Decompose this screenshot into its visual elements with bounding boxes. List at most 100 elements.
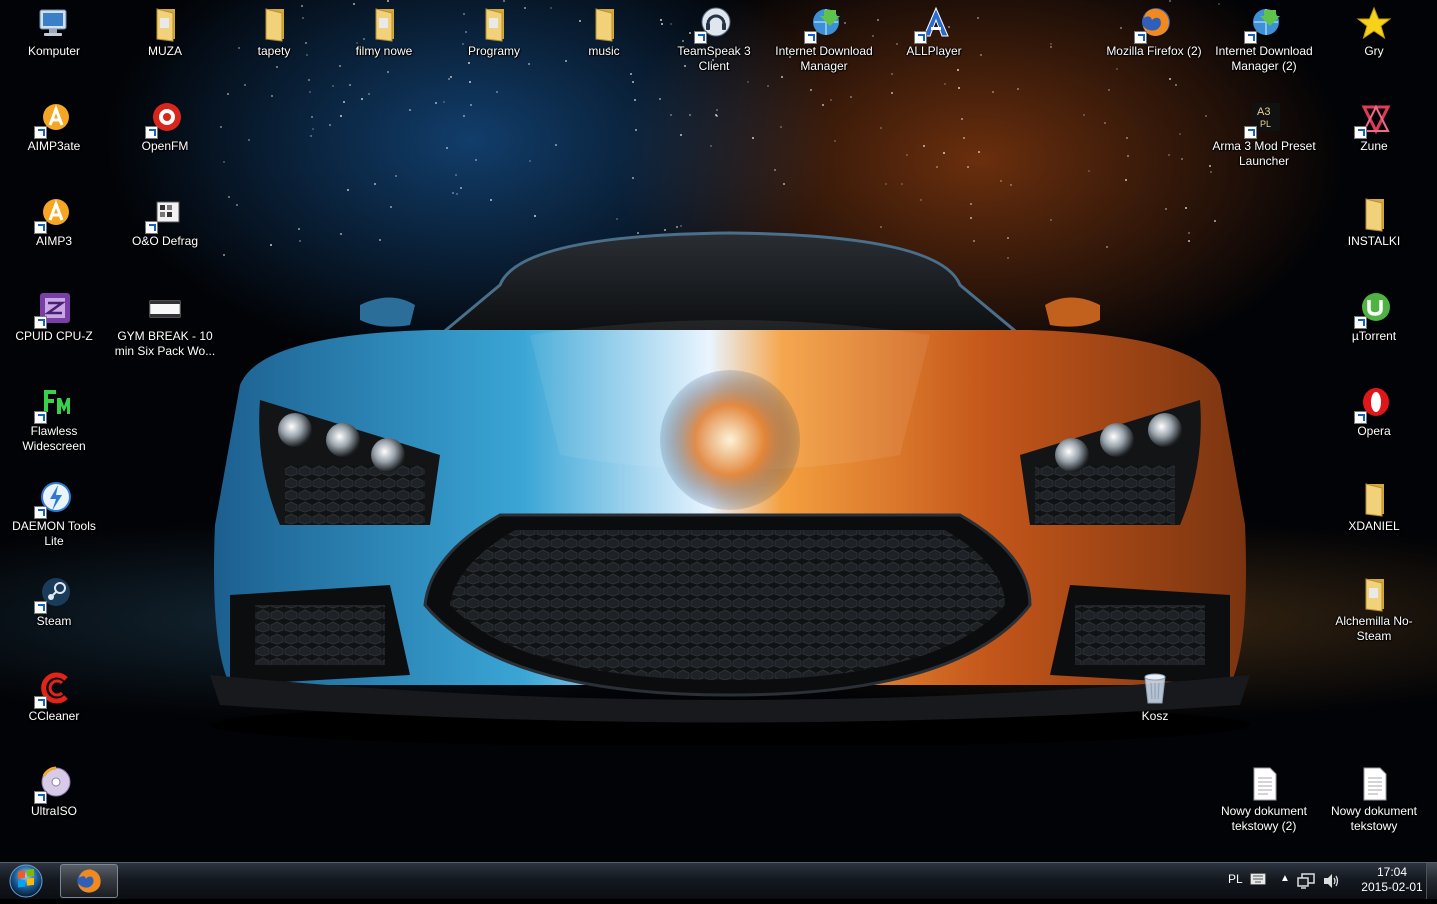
wallpaper-star — [943, 152, 945, 154]
desktop-icon-allplayer[interactable]: ALLPlayer — [882, 6, 986, 59]
desktop-icon-kosz[interactable]: Kosz — [1103, 671, 1207, 724]
clock[interactable]: 17:04 2015-02-01 — [1357, 865, 1427, 895]
recycle-bin-icon — [1137, 671, 1173, 707]
desktop-icon-nowy2[interactable]: Nowy dokument tekstowy (2) — [1212, 766, 1316, 834]
desktop-icon-steam[interactable]: Steam — [2, 576, 106, 629]
wallpaper-star — [329, 124, 331, 126]
wallpaper-star — [810, 89, 812, 91]
desktop-icon-daemon[interactable]: DAEMON Tools Lite — [2, 481, 106, 549]
wallpaper-star — [339, 65, 341, 67]
wallpaper-star — [670, 114, 672, 116]
desktop-icon-label: DAEMON Tools Lite — [12, 519, 96, 548]
firefox-icon — [77, 869, 101, 893]
wallpaper-star — [312, 128, 314, 130]
volume-icon[interactable] — [1322, 873, 1340, 889]
desktop-icon-idm2[interactable]: Internet Download Manager (2) — [1212, 6, 1316, 74]
desktop-icon-firefox2[interactable]: Mozilla Firefox (2) — [1102, 6, 1206, 59]
wallpaper-star — [834, 140, 836, 142]
start-button[interactable] — [4, 863, 44, 899]
aimp-icon — [34, 196, 72, 234]
desktop-icon-teamspeak[interactable]: TeamSpeak 3 Client — [662, 6, 766, 74]
wallpaper-star — [689, 114, 691, 116]
wallpaper-star — [220, 126, 222, 128]
clock-time: 17:04 — [1376, 865, 1408, 879]
wallpaper-star — [830, 99, 832, 101]
desktop-icon-label: Internet Download Manager (2) — [1215, 44, 1313, 73]
desktop-icon-xdaniel[interactable]: XDANIEL — [1322, 481, 1426, 534]
desktop-icon-nowy[interactable]: Nowy dokument tekstowy — [1322, 766, 1426, 834]
desktop-icon-opera[interactable]: Opera — [1322, 386, 1426, 439]
desktop-icon-cpuz[interactable]: CPUID CPU-Z — [2, 291, 106, 344]
desktop-icon-label: Nowy dokument tekstowy (2) — [1220, 804, 1308, 833]
desktop-icon-zune[interactable]: Zune — [1322, 101, 1426, 154]
wallpaper-star — [1083, 114, 1085, 116]
wallpaper-star — [970, 217, 972, 219]
desktop-icon-label: MUZA — [148, 44, 182, 58]
desktop-icon-music[interactable]: music — [552, 6, 656, 59]
text-document-icon — [1246, 766, 1282, 802]
wallpaper-star — [967, 166, 969, 168]
wallpaper-star — [1125, 179, 1127, 181]
wallpaper-star — [635, 129, 637, 131]
wallpaper-star — [632, 81, 634, 83]
wallpaper-star — [387, 0, 389, 2]
desktop-icon-gymbreak[interactable]: GYM BREAK - 10 min Six Pack Wo... — [113, 291, 217, 359]
folder-icon — [1356, 576, 1392, 612]
desktop-icon-arma[interactable]: A3 PL Arma 3 Mod Preset Launcher — [1212, 101, 1316, 169]
allplayer-icon — [914, 6, 952, 44]
desktop-icon-programy[interactable]: Programy — [442, 6, 546, 59]
desktop-icon-flawless[interactable]: Flawless Widescreen — [2, 386, 106, 454]
wallpaper-star — [1218, 3, 1220, 5]
network-icon[interactable] — [1297, 873, 1315, 889]
desktop-icon-instalki[interactable]: INSTALKI — [1322, 196, 1426, 249]
desktop-icon-gry[interactable]: Gry — [1322, 6, 1426, 59]
wallpaper-star — [891, 73, 893, 75]
desktop-icon-muza[interactable]: MUZA — [113, 6, 217, 59]
wallpaper-star — [957, 69, 959, 71]
show-hidden-icons-arrow-icon[interactable]: ▲ — [1280, 873, 1290, 884]
folder-icon — [476, 6, 512, 42]
desktop[interactable]: Komputer AIMP3ate AIMP3 CPUID CPU-Z Flaw… — [0, 0, 1437, 862]
wallpaper-star — [503, 0, 505, 2]
folder-icon — [1356, 481, 1392, 517]
desktop-icon-ultraiso[interactable]: UltraISO — [2, 766, 106, 819]
svg-text:A3: A3 — [1257, 106, 1270, 118]
wallpaper-star — [248, 139, 250, 141]
idm-icon — [804, 6, 842, 44]
wallpaper-star — [716, 109, 718, 111]
wallpaper-star — [1169, 78, 1171, 80]
steam-icon — [34, 576, 72, 614]
desktop-icon-idm[interactable]: Internet Download Manager — [772, 6, 876, 74]
desktop-icon-label: Zune — [1360, 139, 1388, 153]
desktop-icon-label: Mozilla Firefox (2) — [1106, 44, 1202, 58]
desktop-icon-openfm[interactable]: OpenFM — [113, 101, 217, 154]
desktop-icon-label: O&O Defrag — [131, 234, 199, 248]
wallpaper-star — [1185, 207, 1187, 209]
wallpaper-star — [534, 215, 536, 217]
desktop-icon-ccleaner[interactable]: CCleaner — [2, 671, 106, 724]
wallpaper-star — [923, 145, 925, 147]
language-indicator[interactable]: PL — [1228, 872, 1243, 886]
desktop-icon-komputer[interactable]: Komputer — [2, 6, 106, 59]
arma-icon: A3 PL — [1244, 101, 1282, 139]
desktop-icon-aimp3[interactable]: AIMP3 — [2, 196, 106, 249]
desktop-icon-oodefrag[interactable]: O&O Defrag — [113, 196, 217, 249]
desktop-icon-aimp3ate[interactable]: AIMP3ate — [2, 101, 106, 154]
wallpaper-star — [1108, 89, 1110, 91]
wallpaper-star — [783, 183, 785, 185]
wallpaper-star — [490, 199, 492, 201]
wallpaper-star — [349, 84, 351, 86]
wallpaper-star — [992, 91, 994, 93]
desktop-icon-utorrent[interactable]: µTorrent — [1322, 291, 1426, 344]
wallpaper-star — [752, 137, 754, 139]
desktop-icon-label: Steam — [36, 614, 72, 628]
desktop-icon-tapety[interactable]: tapety — [222, 6, 326, 59]
taskbar-firefox-button[interactable] — [60, 864, 118, 898]
show-desktop-button[interactable] — [1426, 863, 1437, 899]
wallpaper-star — [961, 118, 963, 120]
keyboard-icon[interactable] — [1250, 873, 1266, 885]
wallpaper-star — [468, 62, 470, 64]
desktop-icon-label: GYM BREAK - 10 min Six Pack Wo... — [114, 329, 216, 358]
desktop-icon-alchemilla[interactable]: Alchemilla No-Steam — [1322, 576, 1426, 644]
desktop-icon-filmy[interactable]: filmy nowe — [332, 6, 436, 59]
